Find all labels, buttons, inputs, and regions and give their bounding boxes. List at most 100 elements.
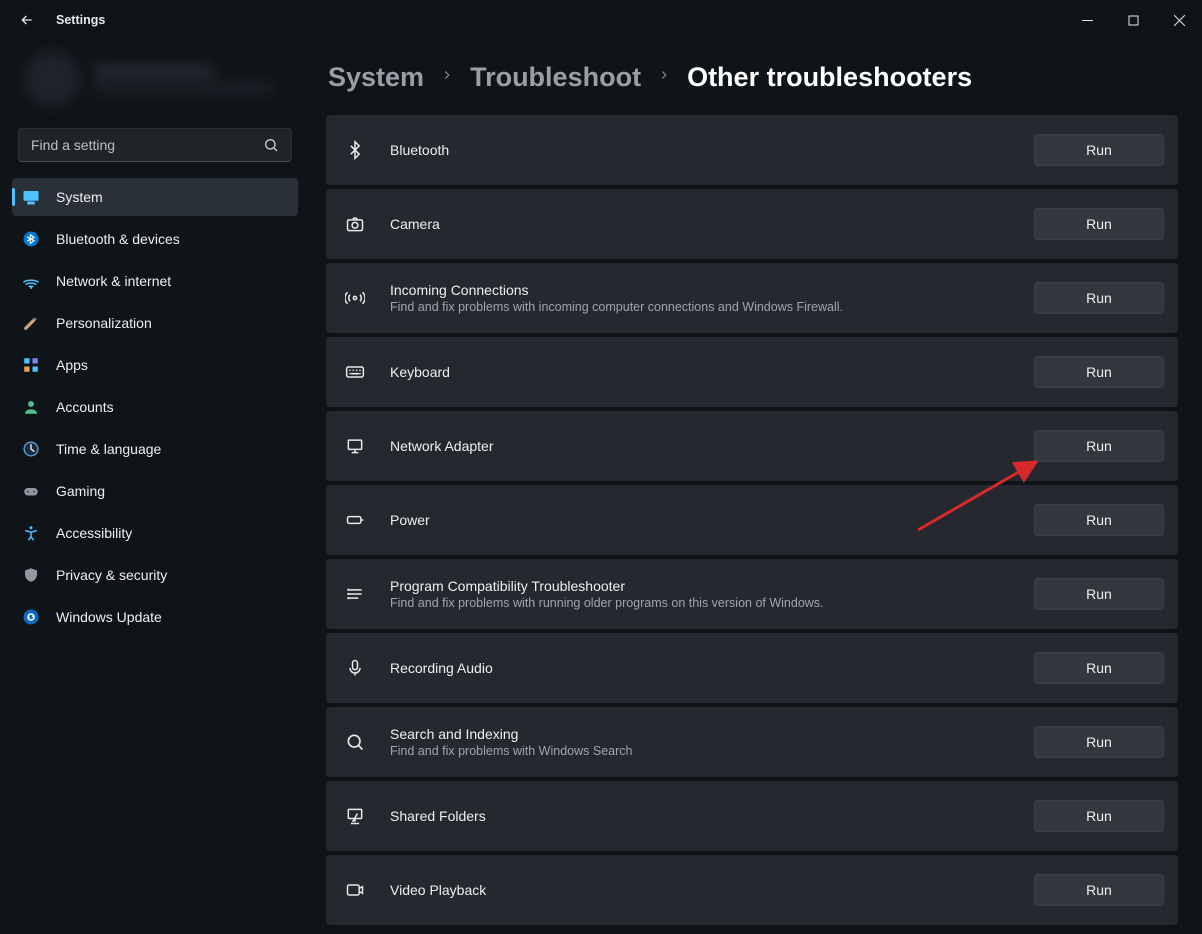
system-icon bbox=[22, 188, 40, 206]
keyboard-icon bbox=[340, 357, 370, 387]
run-button-camera[interactable]: Run bbox=[1034, 208, 1164, 240]
troubleshooter-title: Bluetooth bbox=[390, 142, 1014, 158]
power-icon bbox=[340, 505, 370, 535]
troubleshooter-desc: Find and fix problems with Windows Searc… bbox=[390, 744, 1014, 758]
sidebar-item-personalization[interactable]: Personalization bbox=[12, 304, 298, 342]
privacy-security-icon bbox=[22, 566, 40, 584]
sidebar-item-label: Windows Update bbox=[56, 609, 162, 625]
troubleshooter-card-incoming-connections: Incoming Connections Find and fix problem… bbox=[326, 263, 1178, 333]
bluetooth-devices-icon bbox=[22, 230, 40, 248]
troubleshooter-title: Program Compatibility Troubleshooter bbox=[390, 578, 1014, 594]
search-indexing-icon bbox=[340, 727, 370, 757]
sidebar-item-system[interactable]: System bbox=[12, 178, 298, 216]
run-button-video-playback[interactable]: Run bbox=[1034, 874, 1164, 906]
troubleshooter-card-recording-audio: Recording Audio Run bbox=[326, 633, 1178, 703]
close-button[interactable] bbox=[1156, 4, 1202, 36]
troubleshooter-desc: Find and fix problems with incoming comp… bbox=[390, 300, 1014, 314]
chevron-right-icon bbox=[657, 68, 671, 87]
breadcrumb-system[interactable]: System bbox=[328, 62, 424, 93]
window-title: Settings bbox=[56, 13, 105, 27]
troubleshooter-title: Keyboard bbox=[390, 364, 1014, 380]
search-icon bbox=[263, 137, 279, 153]
recording-audio-icon bbox=[340, 653, 370, 683]
nav: System Bluetooth & devices Network & inter… bbox=[6, 178, 304, 636]
troubleshooter-title: Power bbox=[390, 512, 1014, 528]
sidebar-item-time-language[interactable]: Time & language bbox=[12, 430, 298, 468]
troubleshooter-title: Recording Audio bbox=[390, 660, 1014, 676]
time-language-icon bbox=[22, 440, 40, 458]
avatar bbox=[24, 51, 80, 107]
sidebar-item-label: Accessibility bbox=[56, 525, 132, 541]
sidebar-item-privacy-security[interactable]: Privacy & security bbox=[12, 556, 298, 594]
breadcrumb: System Troubleshoot Other troubleshooter… bbox=[326, 62, 1178, 93]
troubleshooter-title: Video Playback bbox=[390, 882, 1014, 898]
sidebar-item-network-internet[interactable]: Network & internet bbox=[12, 262, 298, 300]
bluetooth-icon bbox=[340, 135, 370, 165]
troubleshooter-list: BluetoothRunCameraRunIncoming Connection… bbox=[326, 115, 1178, 925]
main-content: System Troubleshoot Other troubleshooter… bbox=[310, 40, 1202, 934]
shared-folders-icon bbox=[340, 801, 370, 831]
run-button-search-indexing[interactable]: Run bbox=[1034, 726, 1164, 758]
back-button[interactable] bbox=[18, 11, 36, 29]
troubleshooter-title: Shared Folders bbox=[390, 808, 1014, 824]
troubleshooter-card-search-indexing: Search and Indexing Find and fix problems… bbox=[326, 707, 1178, 777]
sidebar-item-gaming[interactable]: Gaming bbox=[12, 472, 298, 510]
gaming-icon bbox=[22, 482, 40, 500]
run-button-program-compat[interactable]: Run bbox=[1034, 578, 1164, 610]
sidebar: System Bluetooth & devices Network & inter… bbox=[0, 40, 310, 934]
program-compat-icon bbox=[340, 579, 370, 609]
troubleshooter-card-bluetooth: Bluetooth Run bbox=[326, 115, 1178, 185]
titlebar: Settings bbox=[0, 0, 1202, 40]
run-button-power[interactable]: Run bbox=[1034, 504, 1164, 536]
accessibility-icon bbox=[22, 524, 40, 542]
incoming-connections-icon bbox=[340, 283, 370, 313]
run-button-bluetooth[interactable]: Run bbox=[1034, 134, 1164, 166]
sidebar-item-label: Personalization bbox=[56, 315, 152, 331]
apps-icon bbox=[22, 356, 40, 374]
run-button-recording-audio[interactable]: Run bbox=[1034, 652, 1164, 684]
search-input[interactable] bbox=[31, 137, 279, 153]
video-playback-icon bbox=[340, 875, 370, 905]
profile-block[interactable] bbox=[6, 40, 304, 120]
sidebar-item-bluetooth-devices[interactable]: Bluetooth & devices bbox=[12, 220, 298, 258]
sidebar-item-label: Privacy & security bbox=[56, 567, 167, 583]
sidebar-item-windows-update[interactable]: Windows Update bbox=[12, 598, 298, 636]
sidebar-item-label: Apps bbox=[56, 357, 88, 373]
troubleshooter-title: Search and Indexing bbox=[390, 726, 1014, 742]
troubleshooter-title: Network Adapter bbox=[390, 438, 1014, 454]
troubleshooter-card-shared-folders: Shared Folders Run bbox=[326, 781, 1178, 851]
troubleshooter-card-program-compat: Program Compatibility Troubleshooter Find… bbox=[326, 559, 1178, 629]
network-internet-icon bbox=[22, 272, 40, 290]
sidebar-item-label: System bbox=[56, 189, 103, 205]
accounts-icon bbox=[22, 398, 40, 416]
minimize-button[interactable] bbox=[1064, 4, 1110, 36]
run-button-incoming-connections[interactable]: Run bbox=[1034, 282, 1164, 314]
search-box[interactable] bbox=[18, 128, 292, 162]
breadcrumb-current: Other troubleshooters bbox=[687, 62, 972, 93]
sidebar-item-label: Gaming bbox=[56, 483, 105, 499]
personalization-icon bbox=[22, 314, 40, 332]
sidebar-item-accessibility[interactable]: Accessibility bbox=[12, 514, 298, 552]
run-button-network-adapter[interactable]: Run bbox=[1034, 430, 1164, 462]
run-button-keyboard[interactable]: Run bbox=[1034, 356, 1164, 388]
troubleshooter-title: Camera bbox=[390, 216, 1014, 232]
troubleshooter-desc: Find and fix problems with running older… bbox=[390, 596, 1014, 610]
troubleshooter-title: Incoming Connections bbox=[390, 282, 1014, 298]
maximize-button[interactable] bbox=[1110, 4, 1156, 36]
troubleshooter-card-camera: Camera Run bbox=[326, 189, 1178, 259]
sidebar-item-label: Accounts bbox=[56, 399, 114, 415]
sidebar-item-apps[interactable]: Apps bbox=[12, 346, 298, 384]
windows-update-icon bbox=[22, 608, 40, 626]
breadcrumb-troubleshoot[interactable]: Troubleshoot bbox=[470, 62, 641, 93]
troubleshooter-card-network-adapter: Network Adapter Run bbox=[326, 411, 1178, 481]
network-adapter-icon bbox=[340, 431, 370, 461]
troubleshooter-card-video-playback: Video Playback Run bbox=[326, 855, 1178, 925]
chevron-right-icon bbox=[440, 68, 454, 87]
troubleshooter-card-power: Power Run bbox=[326, 485, 1178, 555]
run-button-shared-folders[interactable]: Run bbox=[1034, 800, 1164, 832]
sidebar-item-accounts[interactable]: Accounts bbox=[12, 388, 298, 426]
sidebar-item-label: Bluetooth & devices bbox=[56, 231, 180, 247]
sidebar-item-label: Network & internet bbox=[56, 273, 171, 289]
sidebar-item-label: Time & language bbox=[56, 441, 161, 457]
camera-icon bbox=[340, 209, 370, 239]
